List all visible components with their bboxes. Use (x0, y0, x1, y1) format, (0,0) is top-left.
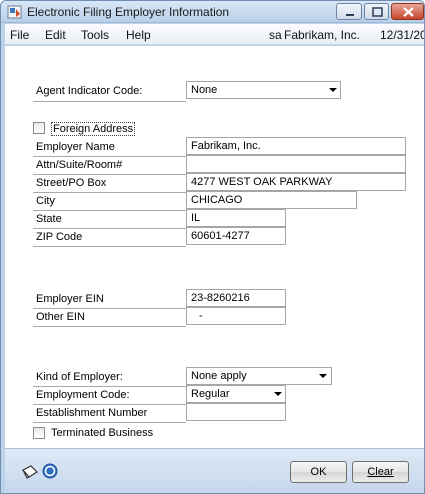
attn-field[interactable] (186, 155, 406, 173)
employer-name-value: Fabrikam, Inc. (191, 140, 261, 152)
employer-ein-value: 23-8260216 (191, 292, 250, 304)
agent-indicator-label: Agent Indicator Code: (36, 85, 143, 97)
chevron-down-icon (274, 392, 282, 396)
attn-label: Attn/Suite/Room# (36, 159, 123, 171)
row-divider (33, 404, 186, 405)
menu-help[interactable]: Help (126, 28, 151, 42)
menu-edit[interactable]: Edit (45, 28, 66, 42)
close-button[interactable] (391, 3, 424, 20)
close-icon (403, 7, 414, 17)
ok-label: OK (310, 466, 327, 478)
row-divider (33, 210, 186, 211)
street-label: Street/PO Box (36, 177, 107, 189)
employer-ein-field[interactable]: 23-8260216 (186, 289, 286, 307)
user-name: sa (269, 28, 282, 42)
row-divider (33, 174, 186, 175)
row-divider (33, 228, 186, 229)
state-value: IL (191, 212, 201, 224)
help-icon[interactable] (42, 463, 58, 479)
kind-of-employer-value: None apply (191, 370, 247, 382)
minimize-button[interactable] (336, 3, 362, 20)
menu-file[interactable]: File (10, 28, 29, 42)
row-divider (33, 246, 186, 247)
row-divider (33, 308, 186, 309)
maximize-icon (372, 7, 383, 17)
row-divider (33, 326, 186, 327)
row-divider (33, 192, 186, 193)
establishment-number-label: Establishment Number (36, 407, 148, 419)
employment-code-value: Regular (191, 388, 230, 400)
agent-indicator-select[interactable]: None (186, 81, 341, 99)
employer-name-field[interactable]: Fabrikam, Inc. (186, 137, 406, 155)
chevron-down-icon (319, 374, 327, 378)
foreign-address-label: Foreign Address (51, 122, 136, 136)
kind-of-employer-select[interactable]: None apply (186, 367, 332, 385)
employment-code-label: Employment Code: (36, 389, 130, 401)
zip-value: 60601-4277 (191, 230, 250, 242)
dialog-window: Electronic Filing Employer Information F… (0, 0, 425, 494)
street-value: 4277 WEST OAK PARKWAY (191, 176, 333, 188)
company-name: Fabrikam, Inc. (284, 28, 361, 42)
form-area: Agent Indicator Code: None Foreign Addre… (5, 46, 424, 448)
ok-button[interactable]: OK (290, 461, 347, 483)
other-ein-field[interactable]: - (186, 307, 286, 325)
maximize-button[interactable] (364, 3, 389, 20)
foreign-address-checkbox[interactable] (33, 122, 45, 134)
employer-ein-label: Employer EIN (36, 293, 104, 305)
app-icon (7, 5, 22, 19)
note-icon[interactable] (21, 464, 39, 480)
menu-tools[interactable]: Tools (81, 28, 109, 42)
footer-bar: OK Clear (5, 448, 424, 493)
row-divider (33, 422, 186, 423)
user-date: 12/31/2011 (380, 28, 424, 42)
kind-of-employer-label: Kind of Employer: (36, 371, 123, 383)
city-label: City (36, 195, 55, 207)
row-divider (33, 386, 186, 387)
other-ein-value: - (199, 310, 203, 322)
title-bar[interactable]: Electronic Filing Employer Information (1, 1, 424, 23)
state-field[interactable]: IL (186, 209, 286, 227)
city-field[interactable]: CHICAGO (186, 191, 357, 209)
clear-button[interactable]: Clear (352, 461, 409, 483)
minimize-icon (346, 14, 354, 16)
terminated-business-checkbox[interactable] (33, 427, 45, 439)
clear-label: Clear (367, 466, 394, 478)
city-value: CHICAGO (191, 194, 243, 206)
state-label: State (36, 213, 62, 225)
other-ein-label: Other EIN (36, 311, 85, 323)
menu-bar: File Edit Tools Help sa Fabrikam, Inc. 1… (5, 24, 424, 45)
employer-name-label: Employer Name (36, 141, 115, 153)
window-title: Electronic Filing Employer Information (27, 5, 230, 19)
row-divider (33, 156, 186, 157)
street-field[interactable]: 4277 WEST OAK PARKWAY (186, 173, 406, 191)
agent-indicator-value: None (191, 84, 218, 96)
row-divider (33, 101, 186, 102)
establishment-number-field[interactable] (186, 403, 286, 421)
employment-code-select[interactable]: Regular (186, 385, 286, 403)
zip-label: ZIP Code (36, 231, 83, 243)
terminated-business-label: Terminated Business (51, 427, 154, 439)
chevron-down-icon (329, 88, 337, 92)
zip-field[interactable]: 60601-4277 (186, 227, 286, 245)
